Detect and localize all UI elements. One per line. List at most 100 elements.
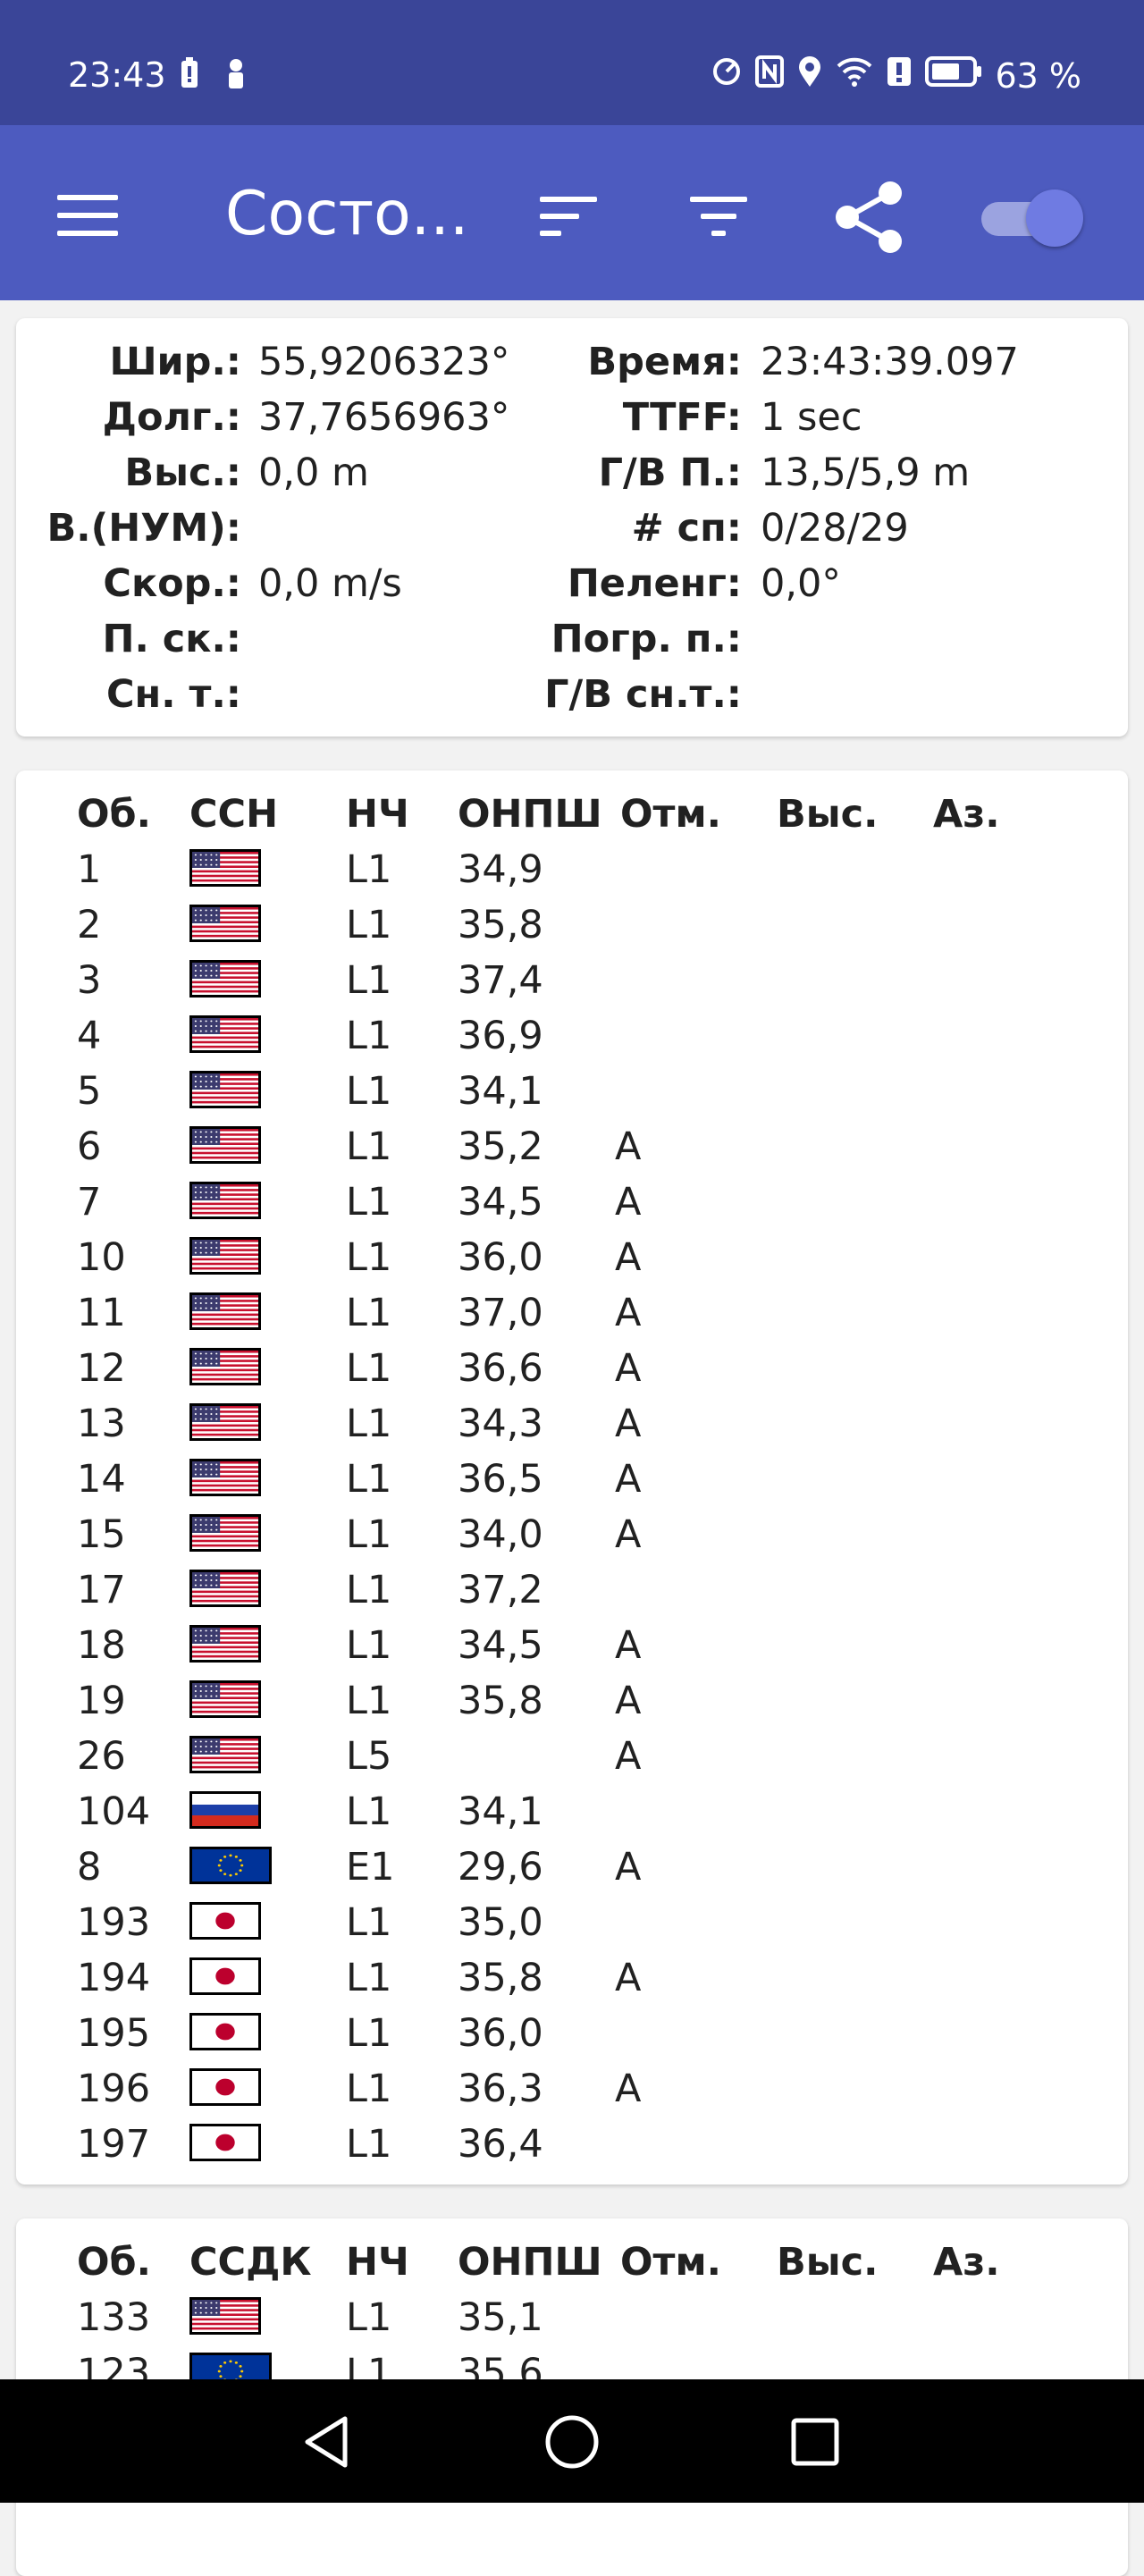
carrier-frequency-cell: L1 [346, 1623, 392, 1668]
satellite-row: 193 L1 35,0 [16, 1895, 1128, 1950]
japan-flag-icon [189, 2124, 261, 2161]
carrier-frequency-cell: L5 [346, 1734, 392, 1779]
eu-flag-icon [189, 1847, 272, 1884]
carrier-frequency-cell: L1 [346, 1235, 392, 1280]
cn0-cell: 36,0 [458, 2011, 543, 2056]
tracking-toggle[interactable] [978, 189, 1083, 247]
svid-cell: 6 [77, 1124, 102, 1169]
carrier-frequency-cell: L1 [346, 1512, 392, 1557]
svid-cell: 197 [77, 2122, 151, 2167]
page-title: Состо... [225, 179, 469, 249]
cn0-cell: 35,8 [458, 1956, 543, 2000]
svid-cell: 1 [77, 847, 102, 892]
sort-icon[interactable] [536, 193, 601, 240]
carrier-frequency-cell: L1 [346, 2295, 392, 2340]
menu-icon[interactable] [57, 195, 118, 236]
flags-cell: A [615, 1956, 642, 2000]
satellite-row: 8 E1 29,6 A [16, 1839, 1128, 1895]
satellite-row: 13 L1 34,3 A [16, 1396, 1128, 1452]
carrier-frequency-cell: L1 [346, 2067, 392, 2111]
carrier-frequency-cell: L1 [346, 1014, 392, 1058]
cn0-cell: 34,0 [458, 1512, 543, 1557]
us-flag-icon [189, 1570, 261, 1607]
flags-cell: A [615, 1623, 642, 1668]
flags-cell: A [615, 1734, 642, 1779]
cn0-cell: 36,0 [458, 1235, 543, 1280]
longitude-label: Долг.: [102, 395, 241, 440]
satellite-row: 194 L1 35,8 A [16, 1950, 1128, 2006]
cn0-cell: 34,1 [458, 1789, 543, 1834]
us-flag-icon [189, 1403, 261, 1441]
svid-cell: 5 [77, 1069, 102, 1114]
satellite-row: 11 L1 37,0 A [16, 1285, 1128, 1341]
share-icon[interactable] [831, 179, 906, 256]
cn0-cell: 36,3 [458, 2067, 543, 2111]
cn0-cell: 34,3 [458, 1402, 543, 1446]
flags-cell: A [615, 1291, 642, 1335]
carrier-frequency-cell: L1 [346, 1568, 392, 1612]
svid-cell: 133 [77, 2295, 151, 2340]
flags-cell: A [615, 1457, 642, 1502]
profile-icon [225, 57, 252, 89]
satellite-row: 195 L1 36,0 [16, 2006, 1128, 2061]
us-flag-icon [189, 1625, 261, 1663]
us-flag-icon [189, 1182, 261, 1219]
carrier-frequency-cell: L1 [346, 1346, 392, 1391]
satellites-label: # сп: [631, 506, 742, 551]
satellite-row: 19 L1 35,8 A [16, 1673, 1128, 1729]
svid-cell: 14 [77, 1457, 126, 1502]
svid-cell: 7 [77, 1180, 102, 1225]
japan-flag-icon [189, 1902, 261, 1940]
satellite-row: 5 L1 34,1 [16, 1064, 1128, 1119]
location-status-card: Шир.: 55,9206323° Долг.: 37,7656963° Выс… [16, 318, 1128, 737]
us-flag-icon [189, 1015, 261, 1053]
svid-cell: 26 [77, 1734, 126, 1779]
carrier-frequency-cell: L1 [346, 903, 392, 947]
svid-cell: 3 [77, 958, 102, 1003]
status-right-icons: 63 % [711, 55, 1081, 96]
speed-accuracy-label: П. ск.: [102, 617, 242, 661]
cn0-cell: 29,6 [458, 1845, 543, 1890]
japan-flag-icon [189, 2068, 261, 2106]
recents-icon[interactable] [783, 2410, 847, 2474]
us-flag-icon [189, 1459, 261, 1496]
latitude-label: Шир.: [109, 340, 241, 384]
carrier-frequency-cell: L1 [346, 958, 392, 1003]
back-icon[interactable] [295, 2410, 359, 2474]
cn0-cell: 35,0 [458, 1900, 543, 1945]
satellite-row: 14 L1 36,5 A [16, 1452, 1128, 1507]
svid-cell: 195 [77, 2011, 151, 2056]
flags-cell: A [615, 1180, 642, 1225]
japan-flag-icon [189, 2013, 261, 2050]
satellite-row: 4 L1 36,9 [16, 1008, 1128, 1064]
header-gnss: ССН [189, 792, 279, 837]
satellite-row: 18 L1 34,5 A [16, 1618, 1128, 1673]
japan-flag-icon [189, 1957, 261, 1995]
sbas-header-gnss: ССДК [189, 2240, 312, 2285]
cn0-cell: 36,9 [458, 1014, 543, 1058]
satellite-row: 196 L1 36,3 A [16, 2061, 1128, 2117]
speed-label: Скор.: [103, 561, 241, 606]
ttff-value: 1 sec [761, 395, 862, 440]
flags-cell: A [615, 2067, 642, 2111]
flags-cell: A [615, 1845, 642, 1890]
flags-cell: A [615, 1124, 642, 1169]
home-icon[interactable] [540, 2410, 604, 2474]
cn0-cell: 34,5 [458, 1180, 543, 1225]
carrier-frequency-cell: L1 [346, 1457, 392, 1502]
satellite-row: 1 L1 34,9 [16, 842, 1128, 897]
hv-accuracy-label: Г/В П.: [598, 450, 742, 495]
carrier-frequency-cell: L1 [346, 2122, 392, 2167]
satellite-row: 10 L1 36,0 A [16, 1230, 1128, 1285]
cn0-cell: 35,2 [458, 1124, 543, 1169]
cn0-cell: 34,5 [458, 1623, 543, 1668]
us-flag-icon [189, 1237, 261, 1275]
sbas-header-id: Об. [77, 2240, 151, 2285]
altitude-label: Выс.: [124, 450, 241, 495]
svid-cell: 193 [77, 1900, 151, 1945]
filter-icon[interactable] [686, 193, 751, 240]
status-left-icons [179, 57, 252, 89]
carrier-frequency-cell: L1 [346, 1900, 392, 1945]
sbas-header-flags: Отм. [620, 2240, 721, 2285]
sbas-header-elevation: Выс. [777, 2240, 879, 2285]
